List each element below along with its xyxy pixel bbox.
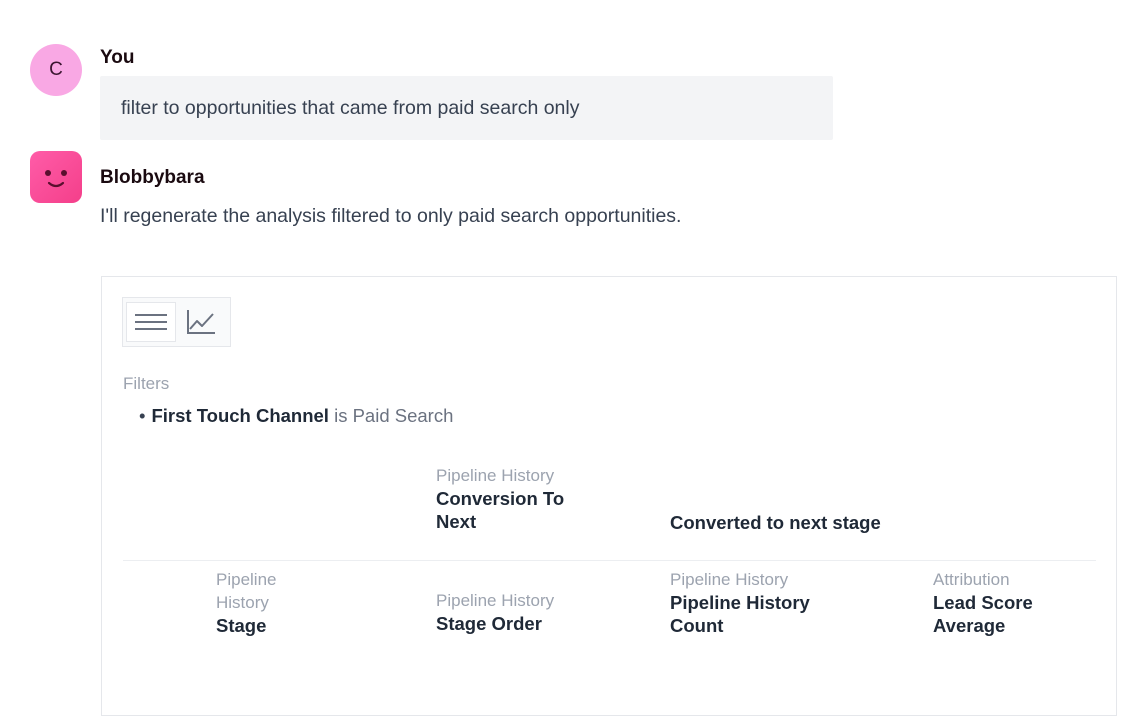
- column-header-title: Conversion To Next: [436, 488, 565, 532]
- column-header-stage-order: Pipeline History Stage Order: [436, 589, 616, 635]
- user-avatar: C: [30, 44, 82, 96]
- filter-item: • First Touch Channel is Paid Search: [139, 405, 453, 427]
- line-chart-icon: [187, 310, 215, 334]
- filter-condition: is Paid Search: [334, 405, 454, 426]
- column-header-source: Pipeline History: [216, 570, 277, 612]
- column-header-source: Pipeline History: [436, 466, 555, 485]
- bullet: •: [139, 405, 146, 426]
- bot-message-text: I'll regenerate the analysis filtered to…: [100, 205, 682, 227]
- bot-avatar: [30, 151, 82, 203]
- table-lines-icon: [135, 314, 167, 330]
- column-header-title: Stage: [216, 615, 267, 636]
- column-header-title: Stage Order: [436, 613, 542, 634]
- column-header-title: Converted to next stage: [670, 512, 881, 533]
- header-divider: [123, 560, 1096, 561]
- column-header-stage: Pipeline History Stage: [216, 568, 306, 637]
- user-author-name: You: [100, 47, 135, 68]
- column-header-source: Pipeline History: [670, 570, 789, 589]
- column-header-title: Pipeline History Count: [670, 592, 810, 636]
- filters-label: Filters: [123, 374, 170, 393]
- column-header-lead-score-average: Attribution Lead Score Average: [933, 568, 1063, 637]
- column-header-title: Lead Score Average: [933, 592, 1033, 636]
- user-message-bubble: filter to opportunities that came from p…: [100, 76, 833, 140]
- column-header-pipeline-history-count: Pipeline History Pipeline History Count: [670, 568, 850, 637]
- smiley-face-icon: [45, 170, 67, 188]
- filter-field: First Touch Channel: [151, 405, 329, 426]
- user-message-text: filter to opportunities that came from p…: [121, 96, 580, 119]
- result-card: Filters • First Touch Channel is Paid Sea…: [101, 276, 1117, 716]
- column-header-converted-to-next-stage: Converted to next stage: [670, 511, 930, 534]
- view-toggle: [122, 297, 231, 347]
- bot-author-name: Blobbybara: [100, 167, 205, 188]
- column-header-source: Attribution: [933, 570, 1010, 589]
- chart-view-button[interactable]: [176, 302, 226, 342]
- user-avatar-initial: C: [49, 59, 63, 80]
- column-header-source: Pipeline History: [436, 591, 555, 610]
- table-view-button[interactable]: [126, 302, 176, 342]
- column-header-conversion-to-next: Pipeline History Conversion To Next: [436, 464, 596, 533]
